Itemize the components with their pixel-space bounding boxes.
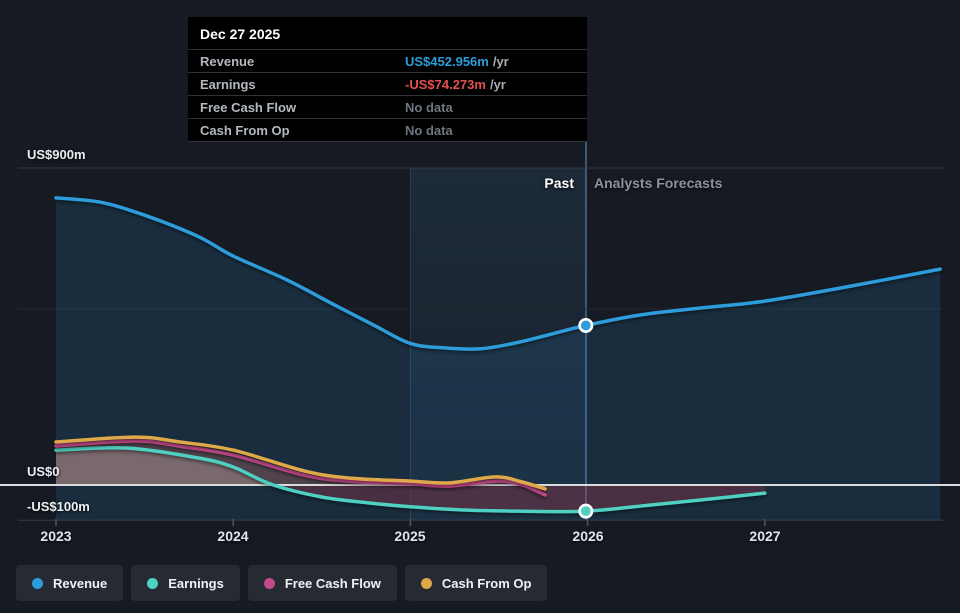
tooltip-date: Dec 27 2025 [200, 26, 281, 42]
legend-item-label: Cash From Op [441, 575, 532, 591]
tooltip-row-value: No data [405, 122, 453, 138]
tooltip-row-free-cash-flow: Free Cash Flow No data [188, 95, 587, 118]
analysts-forecasts-label: Analysts Forecasts [594, 175, 723, 191]
tooltip-row-value: US$452.956m [405, 53, 489, 69]
tooltip-row-cash-from-op: Cash From Op No data [188, 118, 587, 142]
legend-item-revenue[interactable]: Revenue [16, 565, 124, 601]
x-axis-label: 2023 [40, 528, 72, 544]
tooltip-row-label: Free Cash Flow [200, 99, 297, 115]
legend-dot-icon [32, 577, 43, 589]
tooltip-rows: Revenue US$452.956m/yr Earnings -US$74.273m… [188, 49, 587, 142]
earnings-marker[interactable] [578, 503, 594, 519]
legend-item-label: Free Cash Flow [284, 575, 381, 591]
tooltip-row-value: -US$74.273m [405, 76, 486, 92]
tooltip-row-label: Earnings [200, 76, 256, 92]
y-axis-label: US$900m [27, 147, 86, 162]
legend-item-label: Revenue [53, 575, 108, 591]
revenue-marker[interactable] [578, 317, 594, 333]
legend-dot-icon [147, 577, 159, 589]
x-axis-label: 2027 [749, 528, 781, 544]
y-axis-label: US$0 [27, 464, 60, 479]
chart-area[interactable]: US$900m US$0 -US$100m 2023 2024 2025 2026 2027… [0, 0, 960, 613]
legend-item-free-cash-flow[interactable]: Free Cash Flow [247, 565, 397, 601]
tooltip-row-unit: /yr [492, 53, 509, 69]
tooltip-row-value: No data [405, 99, 453, 115]
legend-item-label: Earnings [168, 575, 224, 591]
y-axis-label: -US$100m [27, 499, 90, 514]
tooltip-row-revenue: Revenue US$452.956m/yr [188, 49, 587, 72]
legend-item-cash-from-op[interactable]: Cash From Op [404, 565, 548, 601]
tooltip-row-label: Cash From Op [200, 122, 290, 138]
x-axis-label: 2025 [394, 528, 426, 544]
x-axis-label: 2024 [217, 528, 249, 544]
data-tooltip: Dec 27 2025 Revenue US$452.956m/yr Earning… [188, 17, 587, 142]
x-axis-label: 2026 [572, 528, 604, 544]
past-label: Past [544, 175, 574, 191]
tooltip-row-unit: /yr [489, 76, 506, 92]
legend-dot-icon [263, 577, 275, 589]
legend-item-earnings[interactable]: Earnings [131, 565, 240, 601]
legend: Revenue Earnings Free Cash Flow Cash From O… [16, 565, 548, 601]
legend-dot-icon [420, 577, 432, 589]
tooltip-row-label: Revenue [200, 53, 255, 69]
tooltip-row-earnings: Earnings -US$74.273m/yr [188, 72, 587, 95]
